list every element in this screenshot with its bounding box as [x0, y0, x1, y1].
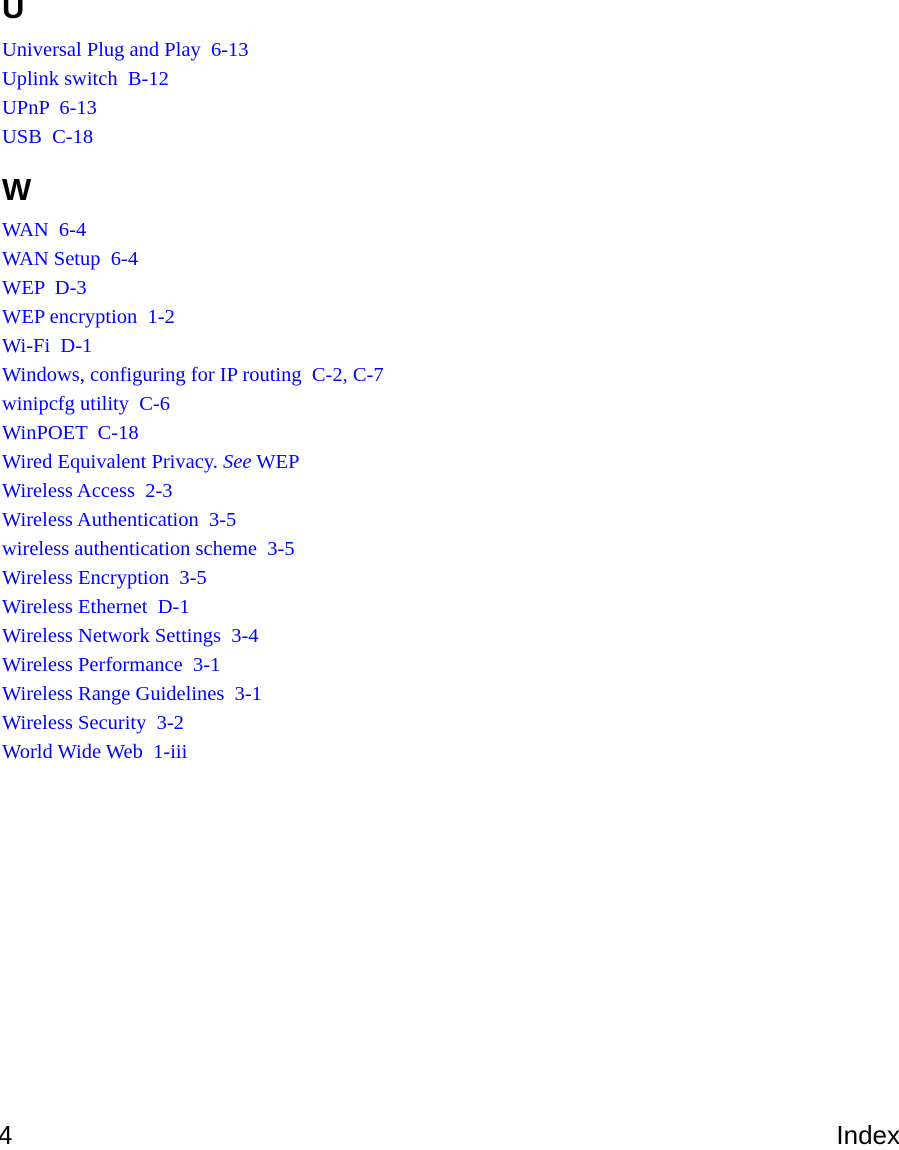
index-entry[interactable]: Wi-Fi D-1: [2, 332, 384, 361]
index-entry[interactable]: Wireless Authentication 3-5: [2, 506, 384, 535]
index-entry[interactable]: winipcfg utility C-6: [2, 390, 384, 419]
section-heading-u: U: [2, 0, 24, 25]
index-entry[interactable]: Wireless Access 2-3: [2, 477, 384, 506]
cross-reference-target: WEP: [251, 451, 300, 473]
index-entry[interactable]: Wireless Ethernet D-1: [2, 593, 384, 622]
index-entry[interactable]: WEP D-3: [2, 274, 384, 303]
cross-reference-see: See: [223, 451, 252, 473]
index-entry[interactable]: Universal Plug and Play 6-13: [2, 36, 249, 65]
index-entry-list-u: Universal Plug and Play 6-13 Uplink swit…: [2, 36, 249, 152]
index-entry[interactable]: WAN Setup 6-4: [2, 245, 384, 274]
footer-section-label: Index: [836, 1120, 899, 1150]
index-entry[interactable]: Wireless Network Settings 3-4: [2, 622, 384, 651]
footer-page-number: 4: [0, 1120, 13, 1150]
index-entry[interactable]: wireless authentication scheme 3-5: [2, 535, 384, 564]
index-entry[interactable]: WAN 6-4: [2, 216, 384, 245]
section-letter-w: W: [2, 172, 31, 207]
index-entry[interactable]: Wireless Security 3-2: [2, 709, 384, 738]
page-footer: 4 Index: [0, 1118, 899, 1148]
index-entry[interactable]: WinPOET C-18: [2, 419, 384, 448]
cross-reference-term: Wired Equivalent Privacy.: [2, 451, 223, 473]
index-entry[interactable]: UPnP 6-13: [2, 94, 249, 123]
index-entry-list-w: WAN 6-4 WAN Setup 6-4 WEP D-3 WEP encryp…: [2, 216, 384, 767]
index-entry[interactable]: Wireless Range Guidelines 3-1: [2, 680, 384, 709]
index-entry-cross-reference[interactable]: Wired Equivalent Privacy. See WEP: [2, 448, 384, 477]
index-entry[interactable]: World Wide Web 1-iii: [2, 738, 384, 767]
index-entry[interactable]: Wireless Performance 3-1: [2, 651, 384, 680]
index-page: U Universal Plug and Play 6-13 Uplink sw…: [0, 0, 899, 1148]
index-entry[interactable]: Wireless Encryption 3-5: [2, 564, 384, 593]
index-entry[interactable]: Uplink switch B-12: [2, 65, 249, 94]
section-heading-w: W: [2, 174, 31, 205]
section-letter-u: U: [2, 0, 24, 25]
index-entry[interactable]: WEP encryption 1-2: [2, 303, 384, 332]
index-entry[interactable]: USB C-18: [2, 123, 249, 152]
index-entry[interactable]: Windows, configuring for IP routing C-2,…: [2, 361, 384, 390]
